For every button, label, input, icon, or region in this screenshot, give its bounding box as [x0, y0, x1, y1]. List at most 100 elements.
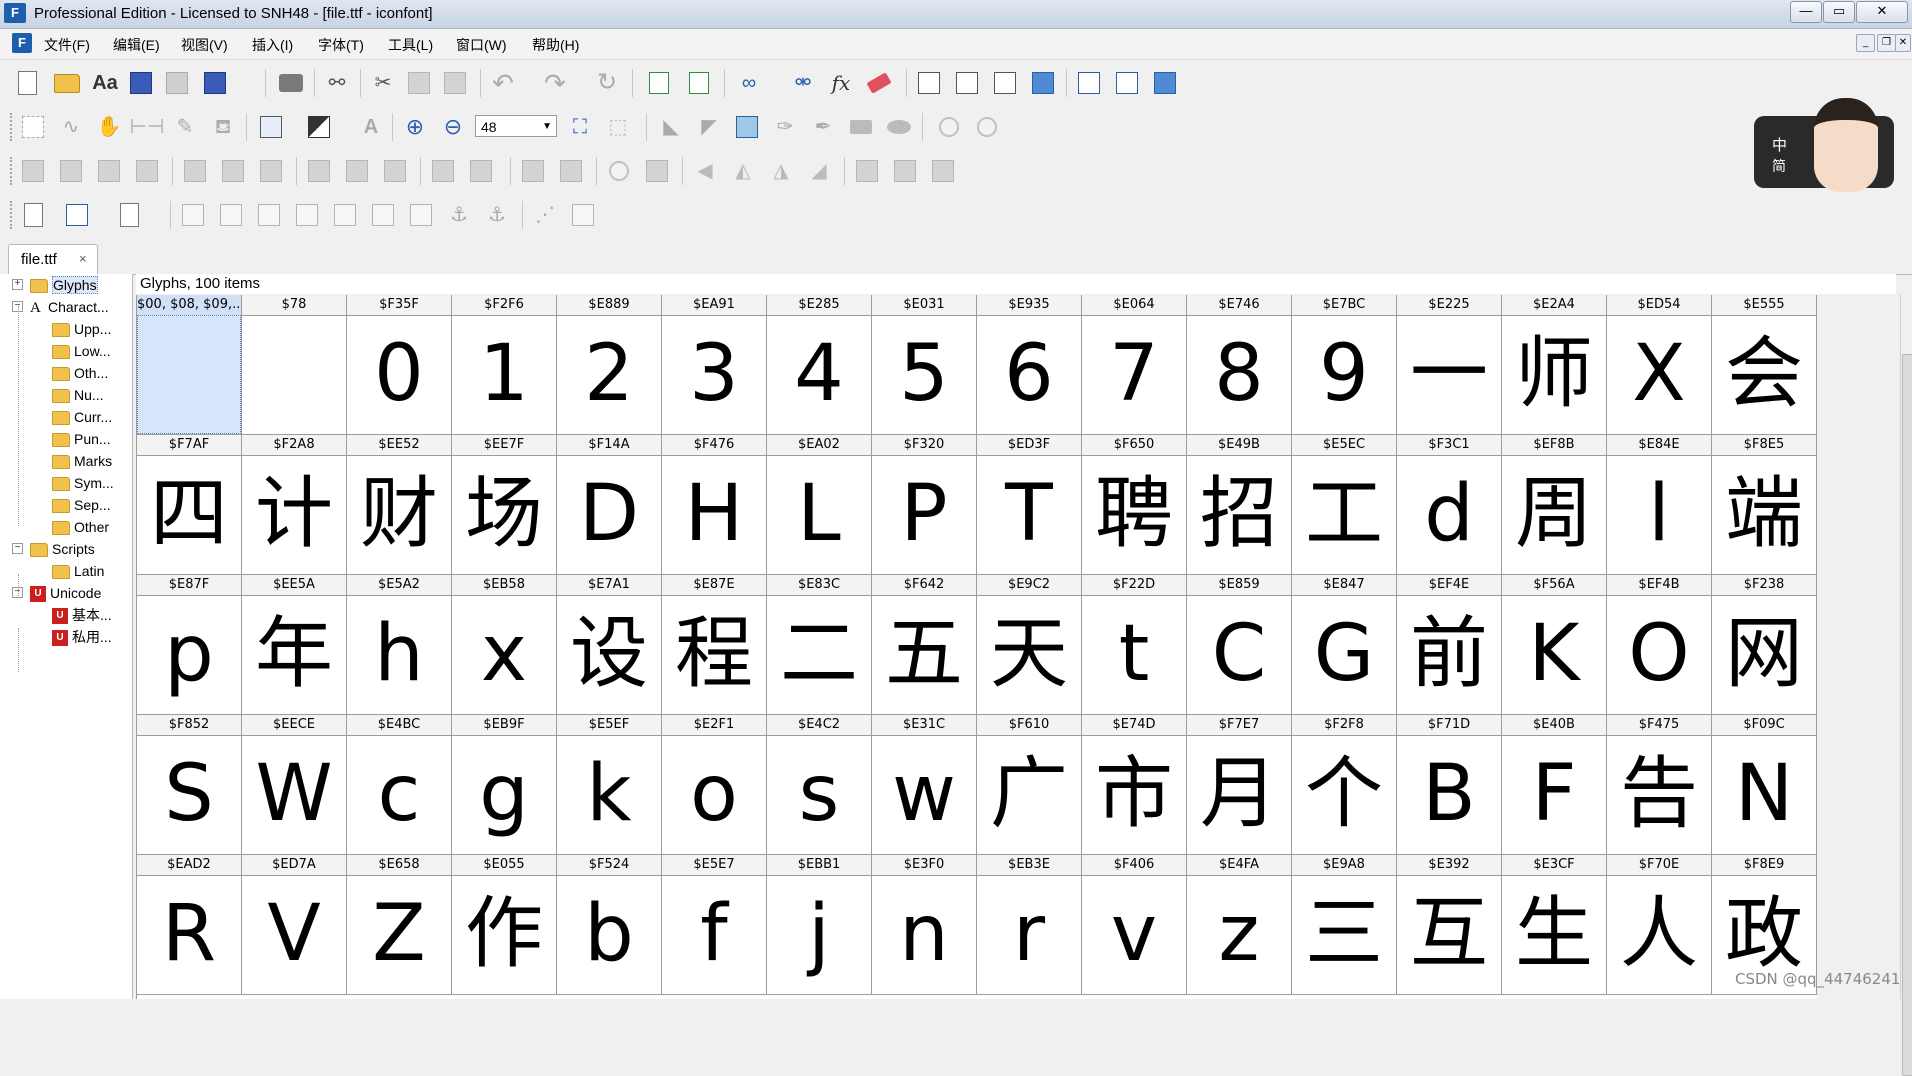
glyph-cell[interactable]: $F524 b: [557, 855, 662, 995]
glyph-cell[interactable]: $E3CF 生: [1502, 855, 1607, 995]
glyph-cell[interactable]: $F7E7 月: [1187, 715, 1292, 855]
glyph-cell[interactable]: $E5EF k: [557, 715, 662, 855]
pointer-button[interactable]: ◣: [656, 112, 686, 142]
measure-button[interactable]: ⊢⊣: [130, 112, 165, 142]
subtract-button[interactable]: [928, 156, 958, 186]
mascot-badge[interactable]: 中 简: [1754, 98, 1894, 192]
menu-insert[interactable]: 插入(I): [252, 35, 293, 55]
menu-file[interactable]: 文件(F): [44, 35, 90, 55]
tree-item[interactable]: Marks: [52, 450, 112, 472]
tree-item[interactable]: − U Unicode: [12, 582, 101, 604]
glyph-cell[interactable]: $E4BC c: [347, 715, 452, 855]
glyph-cell[interactable]: $E5A2 h: [347, 575, 452, 715]
link-button[interactable]: ∞: [734, 68, 764, 98]
glyph-cell[interactable]: $EE7F 场: [452, 435, 557, 575]
tree-item[interactable]: Other: [52, 516, 109, 538]
glyph-cell[interactable]: $E055 作: [452, 855, 557, 995]
tab-file-ttf[interactable]: file.ttf ×: [8, 244, 98, 275]
glyph-cell[interactable]: $F09C N: [1712, 715, 1817, 855]
align-center-button[interactable]: [218, 156, 248, 186]
properties-button[interactable]: [914, 68, 944, 98]
copy-button[interactable]: [404, 68, 434, 98]
glyph-cell[interactable]: $E2F1 o: [662, 715, 767, 855]
glyph-cell[interactable]: $F70E 人: [1607, 855, 1712, 995]
save-all-button[interactable]: [162, 68, 192, 98]
metrics-button[interactable]: [952, 68, 982, 98]
glyph-cell[interactable]: $F238 网: [1712, 575, 1817, 715]
glyph-cell[interactable]: $E7A1 设: [557, 575, 662, 715]
glyph-cell[interactable]: $F2A8 计: [242, 435, 347, 575]
grid-1-button[interactable]: [178, 200, 208, 230]
menu-window[interactable]: 窗口(W): [456, 35, 507, 55]
zoom-out-button[interactable]: ⊖: [438, 112, 468, 142]
glyph-cell[interactable]: $E746 8: [1187, 295, 1292, 435]
send-back-button[interactable]: [132, 156, 162, 186]
glyph-cell[interactable]: $EA91 3: [662, 295, 767, 435]
align-top-button[interactable]: [304, 156, 334, 186]
page-setup-button[interactable]: [114, 200, 144, 230]
glyph-cell[interactable]: $E3F0 n: [872, 855, 977, 995]
undo-button[interactable]: ↶: [488, 68, 518, 98]
group-button[interactable]: [18, 156, 48, 186]
distribute-h-button[interactable]: [428, 156, 458, 186]
fill-style-button[interactable]: [304, 112, 334, 142]
menu-tools[interactable]: 工具(L): [388, 35, 433, 55]
glyph-cell[interactable]: $F14A D: [557, 435, 662, 575]
tree-item[interactable]: Oth...: [52, 362, 108, 384]
image-view-button[interactable]: [256, 112, 286, 142]
glyph-cell[interactable]: $E49B 招: [1187, 435, 1292, 575]
mdi-close-button[interactable]: ✕: [1895, 34, 1911, 52]
glyph-cell[interactable]: $E935 6: [977, 295, 1082, 435]
glyph-cell[interactable]: $EF4E 前: [1397, 575, 1502, 715]
glyph-cell[interactable]: $ED54 X: [1607, 295, 1712, 435]
new-file-button[interactable]: [12, 68, 42, 98]
slant-button[interactable]: ◢: [804, 156, 834, 186]
redo-button[interactable]: ↷: [540, 68, 570, 98]
grid-5-button[interactable]: [330, 200, 360, 230]
clipboard-button[interactable]: [518, 156, 548, 186]
glyph-cell[interactable]: $E5EC 工: [1292, 435, 1397, 575]
ungroup-button[interactable]: [56, 156, 86, 186]
grid-3-button[interactable]: [254, 200, 284, 230]
toolbar-grip[interactable]: [10, 113, 15, 141]
glyph-cell[interactable]: $E5E7 f: [662, 855, 767, 995]
scrollbar-thumb[interactable]: [1902, 354, 1912, 1076]
glyph-cell[interactable]: $F650 聘: [1082, 435, 1187, 575]
fill-button[interactable]: ⛾: [208, 112, 238, 142]
ellipse-button[interactable]: [884, 112, 914, 142]
mdi-restore-button[interactable]: ❐: [1877, 34, 1896, 52]
tree-item[interactable]: Nu...: [52, 384, 104, 406]
glyph-cell[interactable]: $E9C2 天: [977, 575, 1082, 715]
close-icon[interactable]: ×: [79, 251, 87, 266]
glyph-cell[interactable]: $ED7A V: [242, 855, 347, 995]
glyph-cell[interactable]: $F35F 0: [347, 295, 452, 435]
glyph-cell[interactable]: $E285 4: [767, 295, 872, 435]
glyph-cell[interactable]: $F610 广: [977, 715, 1082, 855]
toolbar-grip[interactable]: [10, 157, 15, 185]
glyph-cell[interactable]: $E031 5: [872, 295, 977, 435]
tree-item[interactable]: Sep...: [52, 494, 111, 516]
bring-front-button[interactable]: [94, 156, 124, 186]
glyph-cell[interactable]: $F852 S: [137, 715, 242, 855]
tree-item[interactable]: Low...: [52, 340, 111, 362]
zoom-level-combo[interactable]: 48 ▼: [475, 115, 557, 137]
print-button[interactable]: [276, 68, 306, 98]
grid-7-button[interactable]: [406, 200, 436, 230]
union-button[interactable]: [852, 156, 882, 186]
outline-font-button[interactable]: A: [356, 112, 386, 142]
close-button[interactable]: ✕: [1856, 1, 1908, 23]
glyph-cell[interactable]: $F475 告: [1607, 715, 1712, 855]
grid-6-button[interactable]: [368, 200, 398, 230]
glyph-cell[interactable]: $EF4B O: [1607, 575, 1712, 715]
refresh-button[interactable]: ↻: [592, 68, 622, 98]
formula-button[interactable]: fx: [826, 68, 856, 98]
glyph-cell[interactable]: $E7BC 9: [1292, 295, 1397, 435]
spellcheck-all-button[interactable]: [1112, 68, 1142, 98]
eraser-button[interactable]: [864, 68, 894, 98]
tree-item[interactable]: Sym...: [52, 472, 114, 494]
glyph-cell[interactable]: $E9A8 三: [1292, 855, 1397, 995]
mdi-minimize-button[interactable]: _: [1856, 34, 1875, 52]
text-tool-button[interactable]: [990, 68, 1020, 98]
collapse-icon[interactable]: −: [12, 543, 23, 554]
background-image-button[interactable]: [732, 112, 762, 142]
